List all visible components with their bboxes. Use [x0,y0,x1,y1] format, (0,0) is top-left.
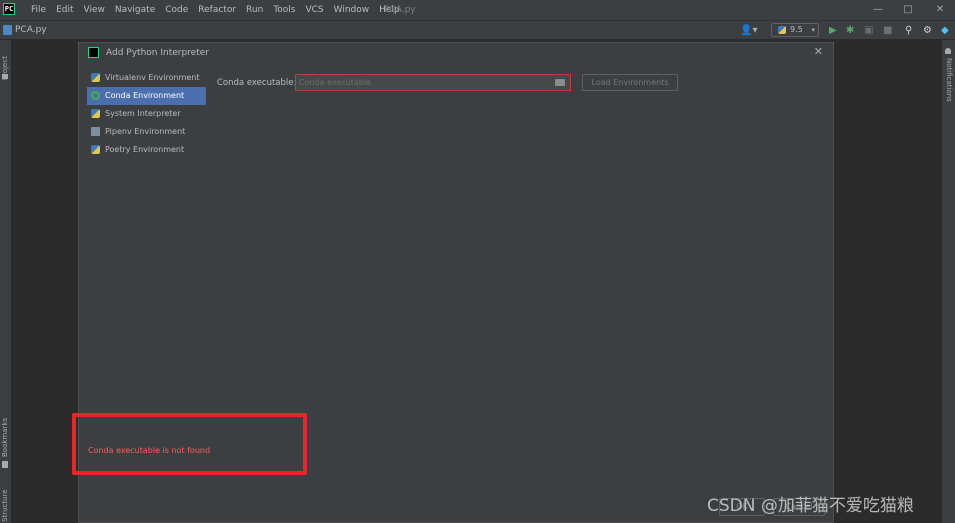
breadcrumb-file[interactable]: PCA.py [15,21,47,40]
load-environments-button[interactable]: Load Environments [582,74,678,91]
browse-folder-icon[interactable] [555,79,565,86]
stop-icon[interactable]: ■ [883,21,892,40]
menu-tools[interactable]: Tools [268,0,300,20]
close-window-button[interactable]: ✕ [925,0,955,20]
interpreter-type-list: Virtualenv Environment Conda Environment… [87,69,206,159]
interpreter-type-label: System Interpreter [105,109,181,118]
menu-navigate[interactable]: Navigate [110,0,160,20]
structure-tool-tab[interactable]: Structure [1,489,9,522]
conda-icon [91,91,100,100]
pipenv-icon [91,127,100,136]
settings-icon[interactable]: ⚙ [923,21,932,40]
python-icon [91,73,100,82]
conda-executable-field[interactable] [295,74,571,91]
window-title: PCA.py [384,5,416,15]
navigation-bar: PCA.py 👤▾ 9.5 ▾ ▶ ✱ ▣ ■ ⚲ ⚙ ◆ [0,20,955,40]
folder-icon [2,74,8,79]
pycharm-logo-icon [88,47,99,58]
interpreter-type-system[interactable]: System Interpreter [87,105,206,123]
run-configuration-selector[interactable]: 9.5 ▾ [771,23,819,37]
watermark: CSDN @加菲猫不爱吃猫粮 [707,496,914,516]
search-icon[interactable]: ⚲ [905,21,912,40]
pycharm-logo-icon[interactable]: PC [3,3,15,15]
menu-refactor[interactable]: Refactor [193,0,241,20]
bookmark-icon [2,461,8,468]
interpreter-type-label: Pipenv Environment [105,127,186,136]
menu-view[interactable]: View [79,0,110,20]
dialog-title: Add Python Interpreter [106,48,209,58]
debug-icon[interactable]: ✱ [846,21,854,40]
interpreter-type-poetry[interactable]: Poetry Environment [87,141,206,159]
toolbox-icon[interactable]: ◆ [941,21,949,40]
menu-vcs[interactable]: VCS [300,0,328,20]
left-tool-stripe: Project Bookmarks Structure [0,40,11,523]
interpreter-type-pipenv[interactable]: Pipenv Environment [87,123,206,141]
menu-window[interactable]: Window [329,0,375,20]
python-icon [91,109,100,118]
interpreter-type-label: Virtualenv Environment [105,73,200,82]
user-icon[interactable]: 👤▾ [740,21,757,40]
python-icon [91,145,100,154]
interpreter-type-virtualenv[interactable]: Virtualenv Environment [87,69,206,87]
menu-code[interactable]: Code [160,0,193,20]
maximize-button[interactable]: □ [893,0,923,20]
bell-icon [945,48,951,54]
coverage-icon[interactable]: ▣ [864,21,873,40]
bookmarks-tool-tab[interactable]: Bookmarks [1,418,9,457]
run-config-name: 9.5 [790,25,803,34]
menu-file[interactable]: File [26,0,51,20]
right-tool-stripe: Notifications [942,40,955,523]
conda-executable-input[interactable] [299,76,549,89]
dialog-close-button[interactable]: ✕ [814,45,823,59]
chevron-down-icon: ▾ [811,26,815,34]
notifications-tool-tab[interactable]: Notifications [945,58,953,102]
menu-edit[interactable]: Edit [51,0,78,20]
python-file-icon [3,25,12,35]
conda-executable-label: Conda executable: [217,78,297,88]
interpreter-type-label: Conda Environment [105,91,185,100]
run-icon[interactable]: ▶ [829,21,837,40]
python-run-config-icon [778,26,786,34]
interpreter-type-conda[interactable]: Conda Environment [87,87,206,105]
title-bar: PC File Edit View Navigate Code Refactor… [0,0,955,20]
menu-run[interactable]: Run [241,0,268,20]
error-highlight-box [72,413,307,475]
minimize-button[interactable]: — [863,0,893,20]
interpreter-type-label: Poetry Environment [105,145,185,154]
main-menu: File Edit View Navigate Code Refactor Ru… [26,0,405,20]
